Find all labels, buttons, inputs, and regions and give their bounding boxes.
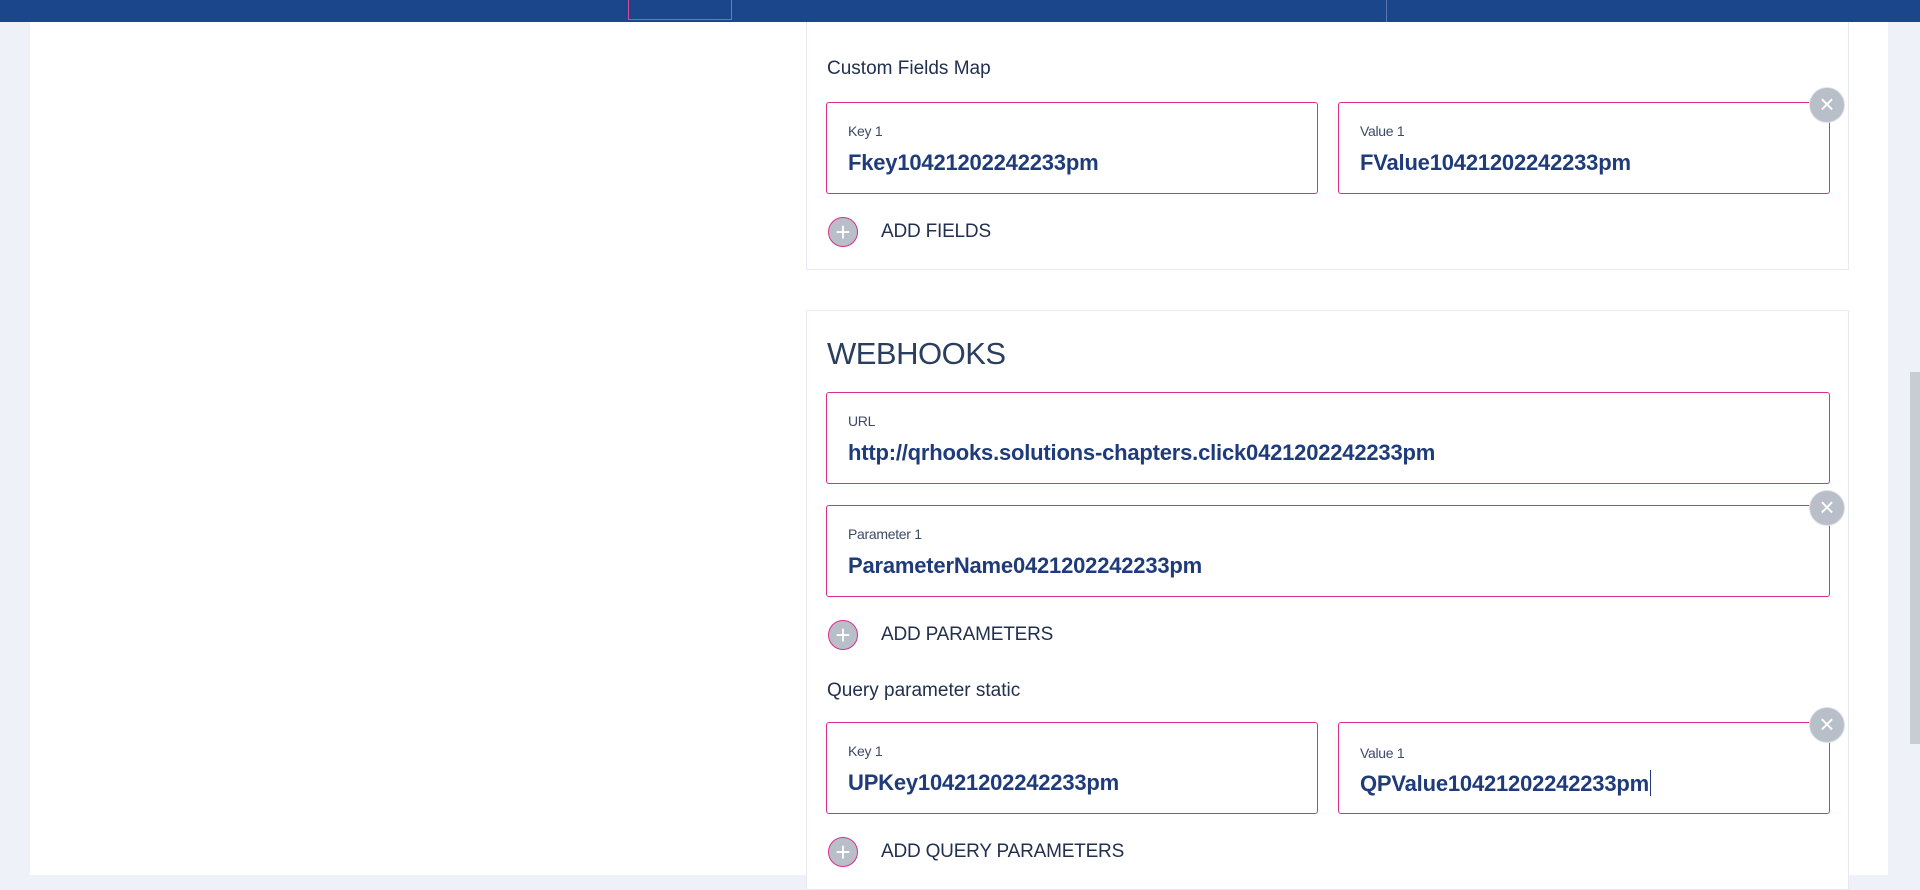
custom-field-value-label: Value 1	[1360, 123, 1405, 139]
webhook-url-input[interactable]: URL http://qrhooks.solutions-chapters.cl…	[826, 392, 1830, 484]
remove-custom-field-button[interactable]: ×	[1809, 87, 1845, 123]
custom-field-value-input[interactable]: Value 1 FValue10421202242233pm	[1338, 102, 1830, 194]
query-param-key-input[interactable]: Key 1 UPKey10421202242233pm	[826, 722, 1318, 814]
query-param-value-label: Value 1	[1360, 745, 1405, 761]
close-icon: ×	[1819, 709, 1835, 739]
plus-icon: +	[828, 837, 858, 867]
add-fields-label: ADD FIELDS	[881, 221, 991, 242]
query-param-key-value[interactable]: UPKey10421202242233pm	[848, 770, 1119, 796]
query-parameter-static-title: Query parameter static	[827, 680, 1021, 701]
remove-parameter-button[interactable]: ×	[1809, 490, 1845, 526]
custom-field-key-value[interactable]: Fkey10421202242233pm	[848, 150, 1099, 176]
add-parameters-label: ADD PARAMETERS	[881, 624, 1054, 645]
custom-field-key-input[interactable]: Key 1 Fkey10421202242233pm	[826, 102, 1318, 194]
custom-fields-title: Custom Fields Map	[827, 58, 991, 79]
webhook-url-label: URL	[848, 413, 876, 429]
add-fields-button[interactable]: + ADD FIELDS	[828, 215, 991, 249]
webhook-url-value[interactable]: http://qrhooks.solutions-chapters.click0…	[848, 440, 1435, 466]
query-param-value-text: QPValue10421202242233pm	[1360, 771, 1649, 796]
add-query-parameters-button[interactable]: + ADD QUERY PARAMETERS	[828, 835, 1124, 869]
query-param-value-value[interactable]: QPValue10421202242233pm	[1360, 770, 1651, 797]
nav-divider	[1386, 0, 1387, 22]
query-param-key-label: Key 1	[848, 743, 883, 759]
webhook-parameter-label: Parameter 1	[848, 526, 922, 542]
close-icon: ×	[1819, 492, 1835, 522]
custom-field-value-value[interactable]: FValue10421202242233pm	[1360, 150, 1631, 176]
add-parameters-button[interactable]: + ADD PARAMETERS	[828, 618, 1053, 652]
top-navigation-bar	[0, 0, 1920, 22]
remove-query-param-button[interactable]: ×	[1809, 707, 1845, 743]
page-scrollbar-thumb[interactable]	[1910, 372, 1920, 744]
plus-icon: +	[828, 217, 858, 247]
query-param-value-input[interactable]: Value 1 QPValue10421202242233pm	[1338, 722, 1830, 814]
text-caret	[1649, 770, 1651, 796]
active-nav-indicator[interactable]	[628, 0, 732, 20]
webhooks-heading: WEBHOOKS	[827, 336, 1006, 371]
custom-field-key-label: Key 1	[848, 123, 883, 139]
close-icon: ×	[1819, 89, 1835, 119]
plus-icon: +	[828, 620, 858, 650]
webhook-parameter-input[interactable]: Parameter 1 ParameterName0421202242233pm	[826, 505, 1830, 597]
add-query-parameters-label: ADD QUERY PARAMETERS	[881, 841, 1125, 862]
webhook-parameter-value[interactable]: ParameterName0421202242233pm	[848, 553, 1202, 579]
